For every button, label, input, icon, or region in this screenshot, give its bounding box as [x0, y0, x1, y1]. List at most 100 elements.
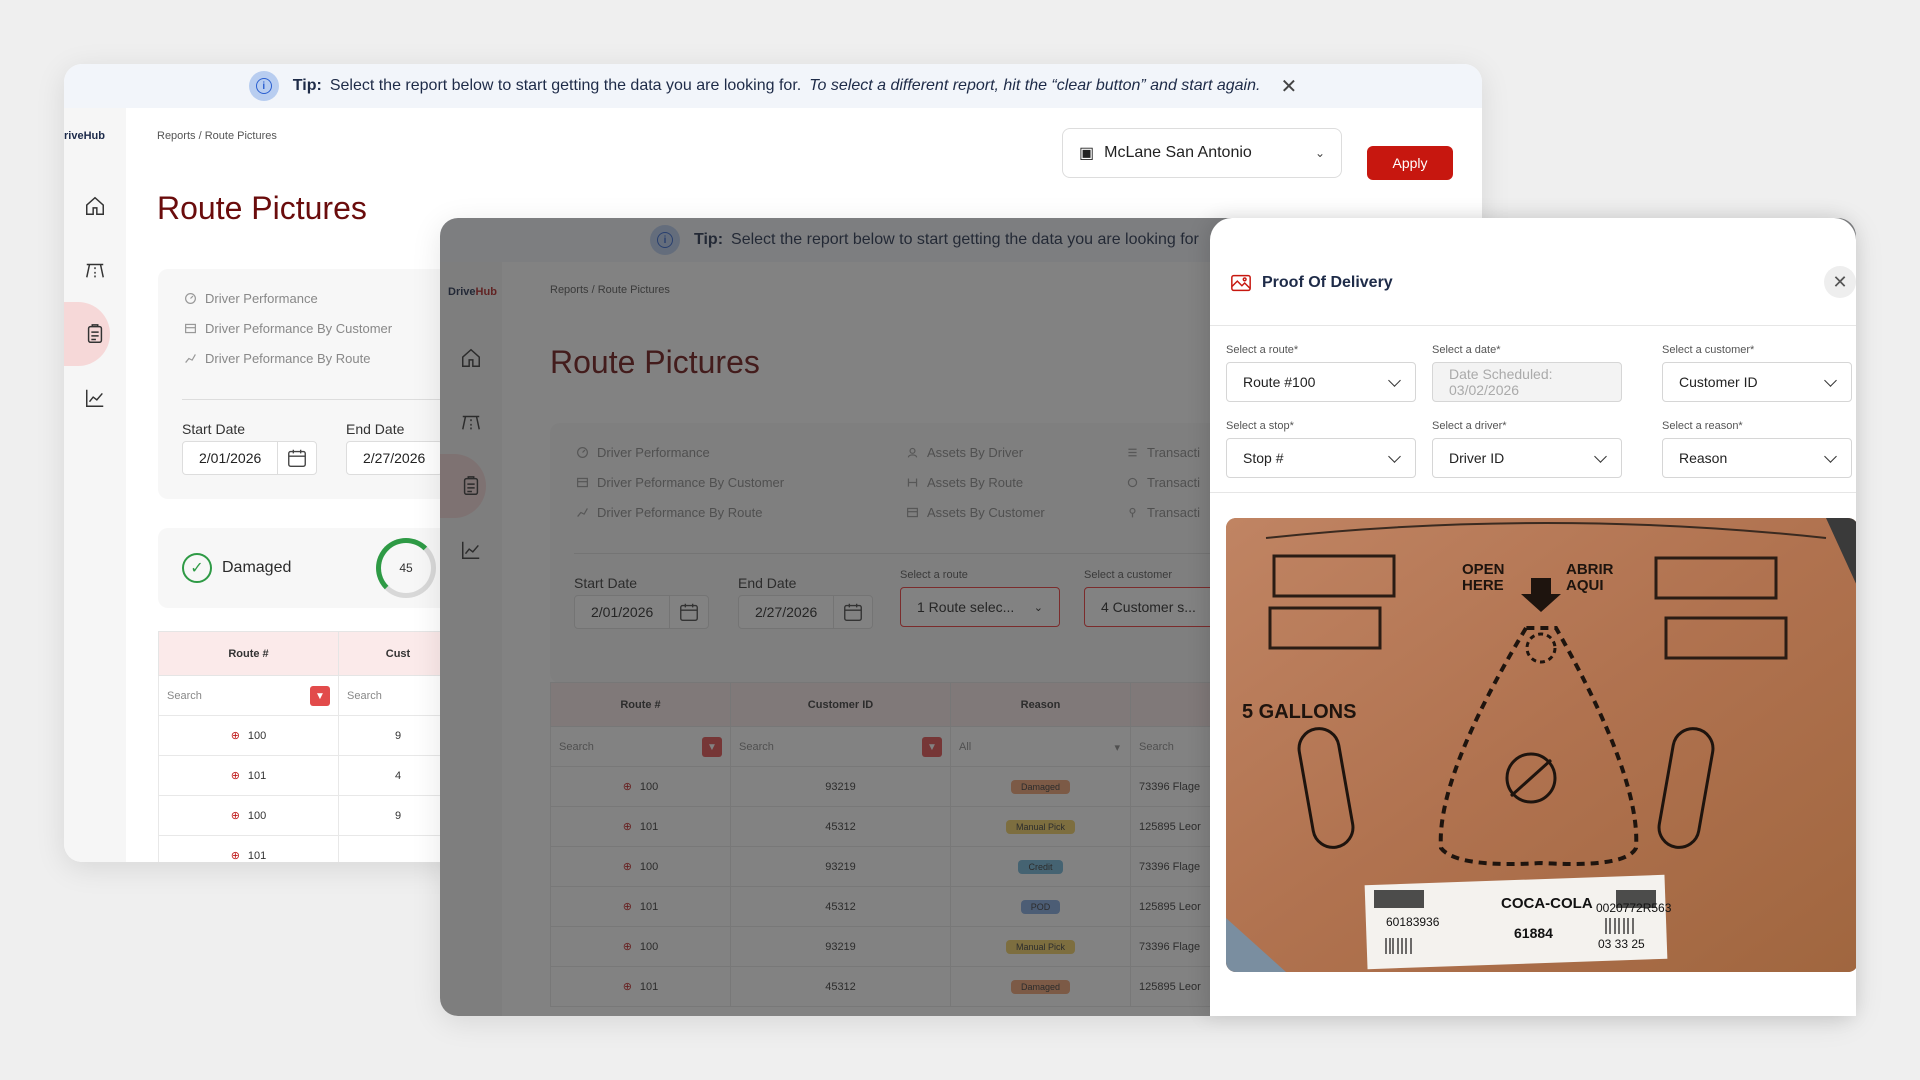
zoom-icon[interactable]: ⊕ [623, 821, 632, 833]
delivery-photo[interactable]: OPEN HERE ABRIR AQUI 5 GALLONS 60183936 … [1226, 518, 1856, 972]
calendar-icon[interactable] [670, 601, 708, 623]
store-select-value: McLane San Antonio [1104, 144, 1252, 161]
driver-select[interactable]: Driver ID [1432, 438, 1622, 478]
close-icon[interactable]: ✕ [1824, 266, 1856, 298]
reason-select[interactable]: Reason [1662, 438, 1852, 478]
tip-label: Tip: [292, 77, 322, 94]
report-driver-performance[interactable]: Driver Performance [576, 437, 784, 467]
table-row[interactable]: ⊕ 100 93219 Manual Pick 73396 Flage [550, 926, 1270, 967]
svg-text:ABRIR: ABRIR [1566, 561, 1614, 578]
end-date-input[interactable]: 2/27/2026 [346, 441, 444, 475]
reason-badge: POD [1020, 899, 1061, 914]
filter-icon[interactable]: ▼ [702, 737, 722, 757]
svg-text:60183936: 60183936 [1386, 915, 1440, 929]
report-driver-performance[interactable]: Driver Performance [184, 283, 392, 313]
zoom-icon[interactable]: ⊕ [623, 941, 632, 953]
stop-select[interactable]: Stop # [1226, 438, 1416, 478]
report-transactions-2[interactable]: Transacti [1126, 467, 1200, 497]
table-row[interactable]: ⊕ 100 9 [158, 715, 458, 756]
damaged-count-ring: 45 [376, 538, 436, 598]
route-icon[interactable] [440, 400, 502, 444]
svg-text:0020772R563: 0020772R563 [1596, 901, 1672, 915]
start-date-label: Start Date [574, 575, 638, 591]
start-date-input[interactable]: 2/01/2026 [182, 441, 318, 475]
report-assets-by-route[interactable]: Assets By Route [906, 467, 1045, 497]
reason-badge: Manual Pick [1005, 939, 1076, 954]
column-header-reason[interactable]: Reason [950, 682, 1131, 727]
zoom-icon[interactable]: ⊕ [623, 901, 632, 913]
column-header-route[interactable]: Route # [550, 682, 731, 727]
reason-badge: Damaged [1010, 979, 1071, 994]
reason-badge: Manual Pick [1005, 819, 1076, 834]
calendar-icon[interactable] [278, 447, 316, 469]
close-icon[interactable]: ✕ [1280, 74, 1297, 99]
store-select[interactable]: ▣ McLane San Antonio ⌄ [1062, 128, 1342, 178]
report-driver-by-customer[interactable]: Driver Peformance By Customer [184, 313, 392, 343]
reason-filter-select[interactable]: All ▾ [950, 726, 1131, 767]
report-driver-by-route[interactable]: Driver Peformance By Route [576, 497, 784, 527]
page-title: Route Pictures [157, 190, 367, 226]
home-icon[interactable] [440, 336, 502, 380]
route-select[interactable]: Route #100 [1226, 362, 1416, 402]
reason-field-label: Select a reason* [1662, 420, 1743, 432]
table-row[interactable]: ⊕ 100 9 [158, 795, 458, 836]
route-select[interactable]: 1 Route selec... ⌄ [900, 587, 1060, 627]
report-transactions-3[interactable]: Transacti [1126, 497, 1200, 527]
damaged-label: Damaged [222, 559, 292, 576]
customer-search-input[interactable]: Search ▼ [730, 726, 951, 767]
svg-text:HERE: HERE [1462, 577, 1504, 594]
table-row[interactable]: ⊕ 101 45312 Manual Pick 125895 Leor [550, 806, 1270, 847]
chart-icon[interactable] [64, 376, 126, 420]
report-driver-by-route[interactable]: Driver Peformance By Route [184, 343, 392, 373]
calendar-icon[interactable] [834, 601, 872, 623]
breadcrumb-reports[interactable]: Reports [157, 130, 196, 142]
tip-italic-text: To select a different report, hit the “c… [809, 77, 1261, 94]
check-circle-icon: ✓ [182, 553, 212, 583]
clipboard-icon[interactable] [64, 302, 126, 366]
table-row[interactable]: ⊕ 101 45312 Damaged 125895 Leor [550, 966, 1270, 1007]
start-date-input[interactable]: 2/01/2026 [574, 595, 710, 629]
filter-icon[interactable]: ▼ [310, 686, 330, 706]
reason-badge: Damaged [1010, 779, 1071, 794]
filter-icon[interactable]: ▼ [922, 737, 942, 757]
chevron-down-icon [1824, 373, 1837, 387]
column-header-route[interactable]: Route # [158, 631, 339, 676]
table-row[interactable]: ⊕ 101 45312 POD 125895 Leor [550, 886, 1270, 927]
modal-header: Proof Of Delivery ✕ [1210, 218, 1856, 326]
route-line-icon [577, 507, 588, 517]
report-transactions-1[interactable]: Transacti [1126, 437, 1200, 467]
svg-text:COCA-COLA: COCA-COLA [1501, 895, 1593, 912]
list-icon [1128, 448, 1137, 456]
damaged-summary-card: ✓ Damaged 45 [158, 528, 478, 608]
zoom-icon[interactable]: ⊕ [623, 981, 632, 993]
route-search-input[interactable]: Search ▼ [158, 675, 339, 716]
route-select-label: Select a route [900, 569, 968, 581]
zoom-icon[interactable]: ⊕ [623, 861, 632, 873]
store-icon: ▣ [1079, 145, 1095, 162]
chart-icon[interactable] [440, 528, 502, 572]
table-row[interactable]: ⊕ 100 93219 Damaged 73396 Flage [550, 766, 1270, 807]
breadcrumb: Reports / Route Pictures [550, 284, 670, 296]
route-search-input[interactable]: Search ▼ [550, 726, 731, 767]
table-row[interactable]: ⊕ 100 93219 Credit 73396 Flage [550, 846, 1270, 887]
customer-select[interactable]: Customer ID [1662, 362, 1852, 402]
svg-text:5 GALLONS: 5 GALLONS [1242, 701, 1356, 723]
route-field-label: Select a route* [1226, 344, 1299, 356]
date-scheduled-field: Date Scheduled: 03/02/2026 [1432, 362, 1622, 402]
table-row[interactable]: ⊕ 101 [158, 835, 458, 862]
column-header-customer-id[interactable]: Customer ID [730, 682, 951, 727]
zoom-icon[interactable]: ⊕ [623, 781, 632, 793]
end-date-label: End Date [346, 421, 405, 437]
table-row[interactable]: ⊕ 101 4 [158, 755, 458, 796]
end-date-input[interactable]: 2/27/2026 [738, 595, 874, 629]
clipboard-icon[interactable] [440, 454, 502, 518]
report-assets-by-driver[interactable]: Assets By Driver [906, 437, 1045, 467]
apply-button[interactable]: Apply [1367, 146, 1453, 180]
chevron-down-icon: ⌄ [1314, 146, 1325, 160]
report-assets-by-customer[interactable]: Assets By Customer [906, 497, 1045, 527]
report-driver-by-customer[interactable]: Driver Peformance By Customer [576, 467, 784, 497]
route-line-icon [185, 353, 196, 363]
home-icon[interactable] [64, 184, 126, 228]
gauge-icon [577, 446, 588, 458]
route-icon[interactable] [64, 248, 126, 292]
